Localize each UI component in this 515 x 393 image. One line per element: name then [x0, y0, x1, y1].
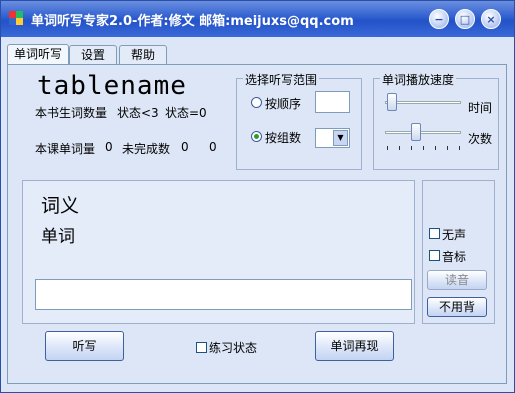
window-title: 单词听写专家2.0-作者:修文 邮箱:meijuxs@qq.com — [31, 14, 354, 29]
range-group-title: 选择听写范围 — [243, 71, 320, 88]
group-combobox[interactable]: ▼ — [315, 128, 350, 148]
status-less-3: 状态<3 — [117, 106, 159, 120]
slider-tick — [387, 146, 388, 150]
incomplete-value-2: 0 — [209, 140, 217, 154]
book-name: tablename — [37, 71, 187, 101]
slider-tick — [435, 146, 436, 150]
slider-tick — [423, 146, 424, 150]
maximize-icon: □ — [459, 12, 471, 26]
dictate-button[interactable]: 听写 — [45, 331, 124, 361]
close-icon: × — [486, 12, 496, 26]
replay-button[interactable]: 单词再现 — [315, 331, 394, 361]
sequence-input[interactable] — [315, 91, 350, 113]
lesson-words-value: 0 — [105, 140, 113, 154]
phonetic-checkbox[interactable] — [429, 250, 440, 261]
time-label: 时间 — [468, 101, 493, 115]
chevron-down-icon[interactable]: ▼ — [333, 130, 348, 146]
radio-sequence-label[interactable]: 按顺序 — [265, 95, 301, 112]
read-button[interactable]: 读音 — [427, 270, 487, 290]
time-slider-thumb[interactable] — [387, 93, 397, 111]
tab-dictation[interactable]: 单词听写 — [7, 44, 69, 65]
slider-tick — [399, 146, 400, 150]
status-equal-0: 状态=0 — [165, 106, 207, 120]
word-text: 单词 — [41, 227, 75, 247]
main-window: 单词听写专家2.0-作者:修文 邮箱:meijuxs@qq.com − □ × … — [0, 0, 515, 393]
maximize-button[interactable]: □ — [455, 9, 475, 29]
skip-button[interactable]: 不用背 — [427, 297, 487, 317]
count-slider-thumb[interactable] — [411, 123, 421, 141]
tab-help[interactable]: 帮助 — [119, 45, 167, 64]
close-button[interactable]: × — [481, 9, 501, 29]
slider-tick — [459, 146, 460, 150]
radio-group[interactable] — [251, 131, 262, 142]
slider-tick — [447, 146, 448, 150]
minimize-icon: − — [434, 12, 444, 26]
count-label: 次数 — [468, 132, 493, 146]
meaning-text: 词义 — [41, 195, 80, 217]
slider-tick — [411, 146, 412, 150]
radio-sequence[interactable] — [251, 97, 262, 108]
title-bar: 单词听写专家2.0-作者:修文 邮箱:meijuxs@qq.com − □ × — [1, 1, 514, 37]
app-icon — [9, 11, 23, 25]
tab-settings[interactable]: 设置 — [69, 45, 117, 64]
radio-group-label[interactable]: 按组数 — [265, 129, 301, 146]
answer-input[interactable] — [35, 279, 412, 310]
phonetic-label: 音标 — [442, 250, 467, 264]
practice-checkbox[interactable] — [196, 342, 207, 353]
count-slider-track[interactable] — [385, 131, 461, 134]
mute-checkbox[interactable] — [429, 228, 440, 239]
incomplete-label: 未完成数 — [122, 142, 171, 156]
mute-label: 无声 — [442, 228, 467, 242]
minimize-button[interactable]: − — [429, 9, 449, 29]
incomplete-value-1: 0 — [181, 140, 189, 154]
practice-label: 练习状态 — [209, 341, 258, 355]
new-words-label: 本书生词数量 — [35, 106, 108, 120]
speed-group: 单词播放速度 — [373, 71, 499, 170]
speed-group-title: 单词播放速度 — [380, 71, 457, 88]
lesson-words-label: 本课单词量 — [35, 142, 96, 156]
